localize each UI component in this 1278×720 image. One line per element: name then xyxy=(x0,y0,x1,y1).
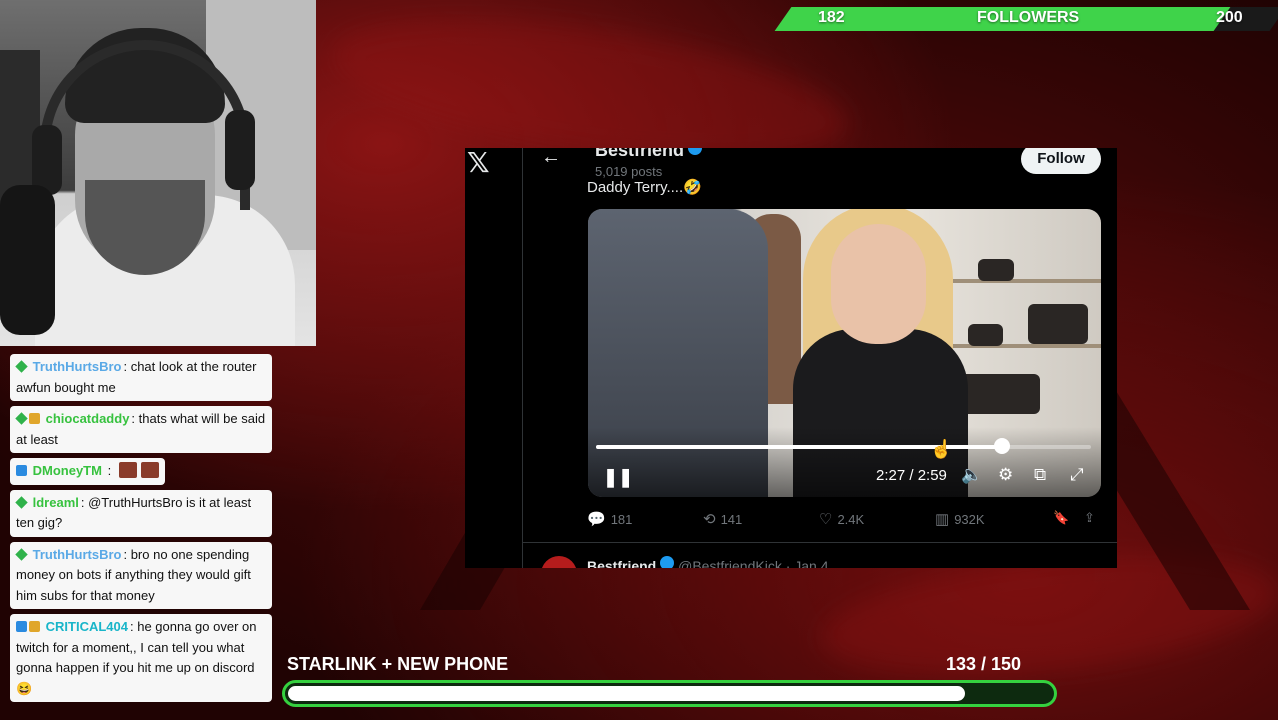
repost-button[interactable]: ⟲ 141 xyxy=(703,510,742,528)
volume-icon[interactable]: 🔈 xyxy=(961,465,982,485)
goal-progress-fill xyxy=(288,686,965,701)
emote-icon xyxy=(118,462,137,478)
chat-message: DMoneyTM : xyxy=(10,458,165,485)
sub-badge-icon xyxy=(16,465,27,476)
video-player[interactable]: ☝ ❚❚ 2:27 / 2:59 🔈 ⚙ ⧉ ⤢ xyxy=(588,209,1101,497)
box-badge-icon xyxy=(29,621,40,632)
reply-icon: 💬 xyxy=(587,511,606,528)
picture-in-picture-icon[interactable]: ⧉ xyxy=(1034,465,1046,485)
like-button[interactable]: ♡ 2.4K xyxy=(819,510,864,528)
like-count: 2.4K xyxy=(837,512,865,527)
profile-name-text: Bestfriend xyxy=(595,148,685,160)
chat-username[interactable]: CRITICAL404 xyxy=(46,619,128,634)
chat-username[interactable]: chiocatdaddy xyxy=(46,411,130,426)
reply-header: Bestfriend @BestfriendKick · Jan 4 xyxy=(587,556,829,568)
chat-username[interactable]: ldreaml xyxy=(33,495,79,510)
repost-icon: ⟲ xyxy=(703,511,716,528)
gem-badge-icon xyxy=(15,495,28,509)
repost-count: 141 xyxy=(720,512,743,527)
chat-text: : xyxy=(103,463,112,478)
gem-badge-icon xyxy=(15,547,28,561)
reply-author[interactable]: Bestfriend xyxy=(587,558,656,568)
followers-current: 182 xyxy=(818,9,845,26)
tweet-actions: 💬 181 ⟲ 141 ♡ 2.4K ▥ 932K 🔖 ⇪ xyxy=(587,510,1102,530)
goal-count: 133 / 150 xyxy=(946,654,1022,674)
video-time: 2:27 / 2:59 xyxy=(876,467,947,484)
chat-message: TruthHurtsBro: bro no one spending money… xyxy=(10,541,272,609)
chat-username[interactable]: TruthHurtsBro xyxy=(33,547,122,562)
goal-title: STARLINK + NEW PHONE xyxy=(287,654,509,674)
profile-name: Bestfriend xyxy=(595,148,703,161)
chat-panel: TruthHurtsBro: chat look at the router a… xyxy=(10,354,272,707)
views-button[interactable]: ▥ 932K xyxy=(935,510,985,528)
pause-icon[interactable]: ❚❚ xyxy=(603,467,633,488)
video-progress-track[interactable] xyxy=(596,445,1091,449)
verified-icon xyxy=(688,148,703,155)
chat-message: CRITICAL404: he gonna go over on twitch … xyxy=(10,614,272,702)
video-scrubber-handle[interactable] xyxy=(993,438,1010,454)
mouse-cursor-icon: ☝ xyxy=(930,439,953,459)
heart-icon: ♡ xyxy=(819,511,833,528)
divider xyxy=(523,542,1117,543)
follow-button[interactable]: Follow xyxy=(1021,148,1101,174)
chat-username[interactable]: DMoneyTM xyxy=(33,463,102,478)
x-logo-icon[interactable]: 𝕏 xyxy=(467,148,490,179)
chat-message: chiocatdaddy: thats what will be said at… xyxy=(10,406,272,453)
view-count: 932K xyxy=(954,512,985,527)
bookmark-icon[interactable]: 🔖 xyxy=(1053,510,1069,526)
verified-icon xyxy=(660,556,675,568)
laughing-emoji: 😆 xyxy=(16,680,33,696)
goal-progress-bar xyxy=(282,680,1057,707)
fullscreen-icon[interactable]: ⤢ xyxy=(1070,465,1084,485)
settings-gear-icon[interactable]: ⚙ xyxy=(998,465,1013,485)
avatar[interactable] xyxy=(541,556,577,568)
emote-icon xyxy=(140,462,159,478)
chat-message: ldreaml: @TruthHurtsBro is it at least t… xyxy=(10,489,272,537)
gem-badge-icon xyxy=(15,412,28,425)
gem-badge-icon xyxy=(15,360,28,373)
followers-goal: 200 xyxy=(1216,9,1243,26)
share-icon[interactable]: ⇪ xyxy=(1084,510,1095,526)
reply-button[interactable]: 💬 181 xyxy=(587,510,632,528)
tweet-sidebar: 𝕏 xyxy=(465,148,523,568)
views-chart-icon: ▥ xyxy=(935,511,950,528)
sub-badge-icon xyxy=(16,621,27,632)
box-badge-icon xyxy=(29,413,40,424)
reply-handle: @BestfriendKick · Jan 4 xyxy=(678,558,829,568)
tweet-window: 𝕏 ← Bestfriend 5,019 posts Follow Daddy … xyxy=(465,148,1117,568)
tweet-text: Daddy Terry....🤣 xyxy=(587,179,702,196)
chat-message: TruthHurtsBro: chat look at the router a… xyxy=(10,354,272,401)
reply-count: 181 xyxy=(610,512,633,527)
back-arrow-icon[interactable]: ← xyxy=(541,148,561,169)
post-count: 5,019 posts xyxy=(595,164,663,179)
webcam-feed xyxy=(0,0,316,346)
chat-username[interactable]: TruthHurtsBro xyxy=(33,359,122,374)
followers-label: FOLLOWERS xyxy=(977,9,1080,26)
